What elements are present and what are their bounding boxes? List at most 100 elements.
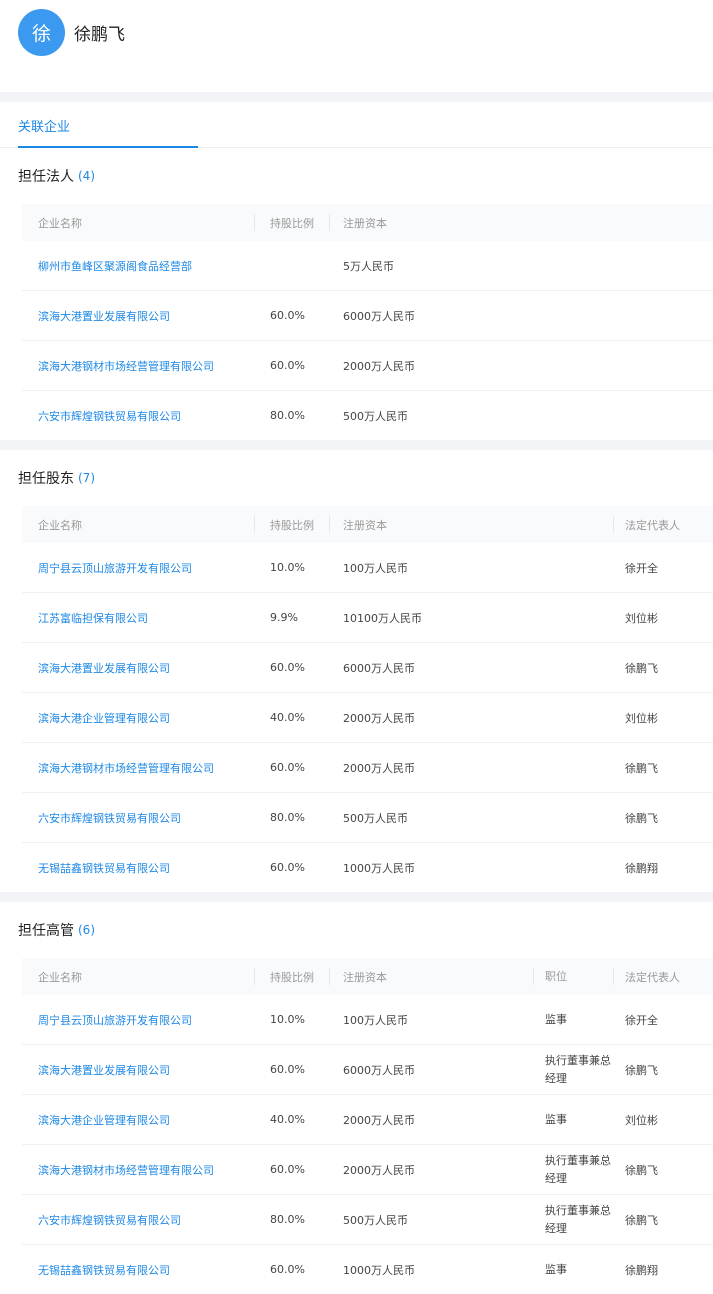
table-body: 周宁县云顶山旅游开发有限公司 10.0% 100万人民币 徐开全 江苏富临担保有限公司 9… [22,543,713,892]
col-header-share: 持股比例 [254,506,329,543]
share-ratio: 60.0% [270,1263,305,1276]
position-cell: 执行董事兼总经理 [533,1045,613,1094]
share-ratio-cell: 60.0% [254,643,329,692]
registered-capital: 500万人民币 [343,811,408,825]
legal-representative: 徐开全 [625,1013,658,1027]
legal-representative: 徐鹏飞 [625,1213,658,1227]
company-name-link-cell: 滨海大港置业发展有限公司 [22,643,254,692]
registered-capital: 6000万人民币 [343,309,415,323]
legal-representative: 刘位彬 [625,611,658,625]
company-name-link[interactable]: 滨海大港置业发展有限公司 [38,1062,170,1078]
company-name-link-cell: 无锡喆鑫钢铁贸易有限公司 [22,1245,254,1294]
share-ratio: 60.0% [270,1063,305,1076]
col-header-capital: 注册资本 [329,204,713,241]
company-name-link[interactable]: 滨海大港钢材市场经营管理有限公司 [38,1162,214,1178]
legal-representative-cell: 徐鹏飞 [613,643,705,692]
company-name-link-cell: 柳州市鱼峰区聚源阁食品经营部 [22,241,254,290]
share-ratio: 40.0% [270,711,305,724]
company-name-link[interactable]: 六安市辉煌钢铁贸易有限公司 [38,408,181,424]
company-name-link[interactable]: 江苏富临担保有限公司 [38,610,148,626]
table-body: 周宁县云顶山旅游开发有限公司 10.0% 100万人民币监事 徐开全滨海大港置业发展有… [22,995,713,1294]
share-ratio-cell: 80.0% [254,391,329,440]
position: 执行董事兼总经理 [545,1153,611,1185]
company-name-link[interactable]: 滨海大港钢材市场经营管理有限公司 [38,358,214,374]
registered-capital: 1000万人民币 [343,1263,415,1277]
share-ratio: 60.0% [270,359,305,372]
avatar: 徐 [18,8,65,56]
table-row: 六安市辉煌钢铁贸易有限公司 80.0% 500万人民币 [22,391,713,440]
company-name-link-cell: 滨海大港置业发展有限公司 [22,291,254,340]
person-name: 徐鹏飞 [74,24,125,45]
share-ratio: 80.0% [270,811,305,824]
share-ratio-cell: 40.0% [254,1095,329,1144]
company-name-link-cell: 滨海大港置业发展有限公司 [22,1045,254,1094]
position-cell: 执行董事兼总经理 [533,1145,613,1194]
registered-capital-cell: 2000万人民币 [329,341,713,390]
col-header-capital: 注册资本 [329,506,613,543]
table-body: 柳州市鱼峰区聚源阁食品经营部 5万人民币滨海大港置业发展有限公司 60.0% 6000… [22,241,713,440]
table-row: 滨海大港置业发展有限公司 60.0% 6000万人民币 执行董事兼总经理 徐鹏飞 [22,1045,713,1095]
legal-representative-cell: 刘位彬 [613,1095,705,1144]
company-name-link[interactable]: 六安市辉煌钢铁贸易有限公司 [38,1212,181,1228]
legal-representative: 徐鹏飞 [625,761,658,775]
col-header-share: 持股比例 [254,204,329,241]
registered-capital: 100万人民币 [343,1013,408,1027]
table-row: 滨海大港企业管理有限公司 40.0% 2000万人民币 监事 刘位彬 [22,1095,713,1145]
company-name-link[interactable]: 滨海大港置业发展有限公司 [38,308,170,324]
company-name-link[interactable]: 滨海大港钢材市场经营管理有限公司 [38,760,214,776]
registered-capital: 500万人民币 [343,409,408,423]
company-name-link[interactable]: 无锡喆鑫钢铁贸易有限公司 [38,1262,170,1278]
registered-capital-cell: 2000万人民币 [329,743,613,792]
share-ratio: 60.0% [270,861,305,874]
table-row: 滨海大港钢材市场经营管理有限公司 60.0% 2000万人民币 徐鹏飞 [22,743,713,793]
legal-representative-cell: 徐鹏飞 [613,1045,705,1094]
company-name-link[interactable]: 六安市辉煌钢铁贸易有限公司 [38,810,181,826]
share-ratio-cell: 10.0% [254,995,329,1044]
share-ratio: 60.0% [270,1163,305,1176]
registered-capital: 500万人民币 [343,1213,408,1227]
position: 执行董事兼总经理 [545,1053,611,1085]
table-row: 无锡喆鑫钢铁贸易有限公司 60.0% 1000万人民币 监事 徐鹏翔 [22,1245,713,1294]
divider [0,92,713,102]
legal-representative-cell: 徐鹏翔 [613,843,705,892]
company-name-link[interactable]: 周宁县云顶山旅游开发有限公司 [38,560,192,576]
registered-capital-cell: 6000万人民币 [329,1045,533,1094]
registered-capital: 2000万人民币 [343,359,415,373]
company-name-link[interactable]: 滨海大港企业管理有限公司 [38,710,170,726]
legal-representative-cell: 徐开全 [613,995,705,1044]
legal-representative: 徐开全 [625,561,658,575]
registered-capital: 5万人民币 [343,259,394,273]
registered-capital-cell: 100万人民币 [329,543,613,592]
col-header-legal-rep: 法定代表人 [613,958,705,995]
legal-representative-cell: 徐鹏飞 [613,1195,705,1244]
tab-related-companies[interactable]: 关联企业 [18,116,70,146]
company-name-link-cell: 江苏富临担保有限公司 [22,593,254,642]
position: 执行董事兼总经理 [545,1203,611,1235]
position-cell: 监事 [533,1095,613,1144]
table-header: 企业名称 持股比例 注册资本 法定代表人 [22,506,713,543]
legal-representative-cell: 刘位彬 [613,593,705,642]
position-cell: 监事 [533,1245,613,1294]
legal-representative-cell: 徐鹏飞 [613,743,705,792]
legal-representative: 刘位彬 [625,1113,658,1127]
registered-capital-cell: 500万人民币 [329,793,613,842]
table-header: 企业名称 持股比例 注册资本 [22,204,713,241]
company-name-link-cell: 滨海大港企业管理有限公司 [22,693,254,742]
company-name-link[interactable]: 滨海大港置业发展有限公司 [38,660,170,676]
section-executive: 担任高管 (6) 企业名称 持股比例 注册资本 职位 法定代表人 周宁县云顶山旅… [0,902,713,1294]
company-name-link[interactable]: 无锡喆鑫钢铁贸易有限公司 [38,860,170,876]
company-name-link[interactable]: 滨海大港企业管理有限公司 [38,1112,170,1128]
share-ratio-cell: 60.0% [254,843,329,892]
company-name-link-cell: 周宁县云顶山旅游开发有限公司 [22,543,254,592]
share-ratio: 60.0% [270,661,305,674]
table-row: 无锡喆鑫钢铁贸易有限公司 60.0% 1000万人民币 徐鹏翔 [22,843,713,892]
section-count: (4) [78,169,95,183]
table-row: 周宁县云顶山旅游开发有限公司 10.0% 100万人民币 监事 徐开全 [22,995,713,1045]
company-name-link[interactable]: 周宁县云顶山旅游开发有限公司 [38,1012,192,1028]
legal-representative: 徐鹏翔 [625,1263,658,1277]
company-name-link-cell: 六安市辉煌钢铁贸易有限公司 [22,793,254,842]
col-header-legal-rep: 法定代表人 [613,506,705,543]
company-name-link[interactable]: 柳州市鱼峰区聚源阁食品经营部 [38,258,192,274]
share-ratio-cell: 40.0% [254,693,329,742]
legal-representative-cell: 徐鹏飞 [613,1145,705,1194]
